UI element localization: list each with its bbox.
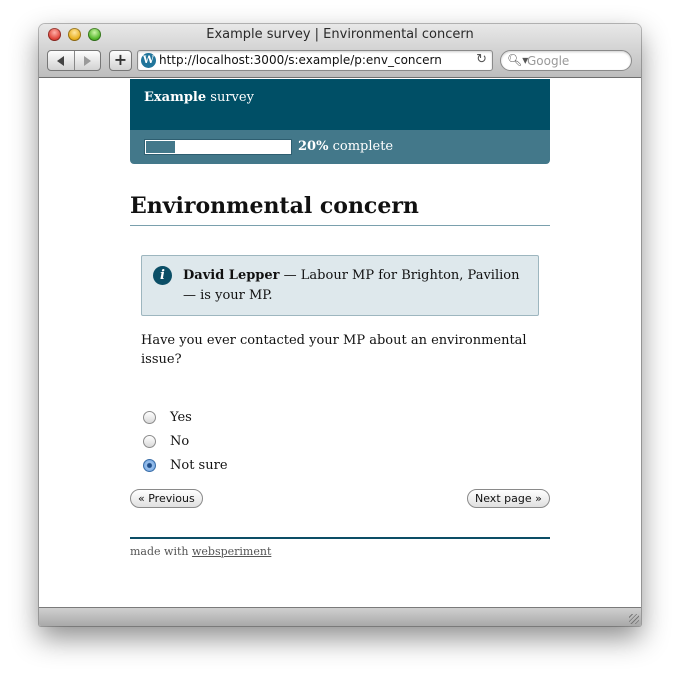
resize-grip-icon[interactable] [629,614,639,624]
page-title: Environmental concern [130,193,550,226]
mp-info-box: i David Lepper — Labour MP for Brighton,… [141,255,539,316]
footer-divider [130,537,550,539]
radio-no[interactable] [143,434,156,448]
option-not-sure[interactable]: Not sure [143,456,228,474]
question-text: Have you ever contacted your MP about an… [141,333,527,367]
search-field[interactable]: 🔍︎▾ Google [500,50,632,71]
status-bar [39,607,641,626]
websperiment-link[interactable]: websperiment [192,545,271,558]
address-bar[interactable]: W http://localhost:3000/s:example/p:env_… [137,50,493,71]
progress-fill [146,141,175,153]
previous-button[interactable]: « Previous [130,489,203,508]
wordpress-icon: W [141,53,156,68]
progress-text: 20% complete [298,139,393,154]
add-bookmark-button[interactable]: + [109,50,132,71]
site-brand: Example survey [144,90,254,105]
back-arrow-icon [57,55,65,66]
back-button[interactable] [48,51,74,70]
option-no[interactable]: No [143,432,189,450]
radio-not-sure[interactable] [143,458,156,472]
brand-rest: survey [206,90,254,105]
reload-icon[interactable]: ↻ [476,52,487,67]
mp-info-text: David Lepper — Labour MP for Brighton, P… [183,266,531,306]
footer-prefix: made with [130,545,192,558]
progress-bar [144,139,292,155]
progress-suffix: complete [328,139,394,154]
radio-yes[interactable] [143,410,156,424]
option-yes[interactable]: Yes [143,408,192,426]
info-icon: i [153,266,172,285]
footer: made with websperiment [130,545,271,558]
forward-arrow-icon [83,55,91,66]
page-viewport: Example survey 20% complete Environmenta… [39,79,641,607]
brand-bold: Example [144,90,207,105]
browser-window: Example survey | Environmental concern +… [39,24,641,626]
progress-percent: 20% [298,139,329,154]
browser-chrome: Example survey | Environmental concern +… [39,24,641,78]
search-placeholder: Google [527,54,570,68]
history-nav [47,50,101,71]
option-label: Yes [170,409,192,425]
progress-band: 20% complete [130,130,550,164]
option-label: Not sure [170,457,228,473]
forward-button[interactable] [73,51,100,70]
url-text[interactable]: http://localhost:3000/s:example/p:env_co… [159,53,442,67]
site-header: Example survey [130,79,550,130]
option-label: No [170,433,190,449]
mp-name: David Lepper [183,268,280,283]
window-title: Example survey | Environmental concern [206,27,474,42]
next-page-button[interactable]: Next page » [467,489,550,508]
search-icon: 🔍︎▾ [507,53,529,67]
